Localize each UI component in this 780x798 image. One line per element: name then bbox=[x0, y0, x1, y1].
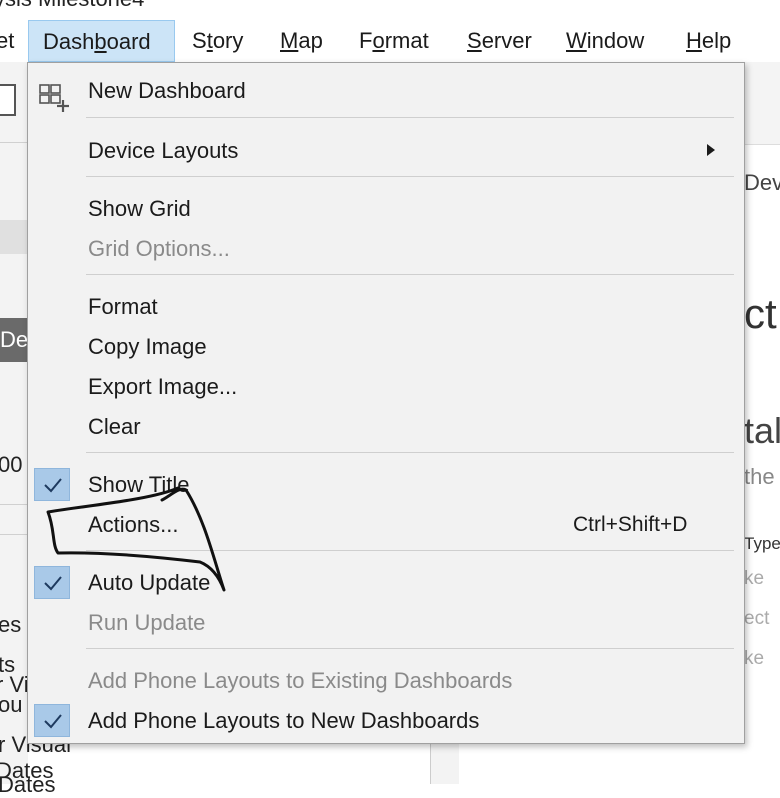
menu-item-label: Run Update bbox=[88, 610, 206, 635]
menu-worksheet[interactable]: et bbox=[0, 20, 14, 62]
menu-format[interactable]: Format bbox=[359, 20, 429, 62]
menu-item-run-update: Run Update bbox=[28, 603, 744, 643]
menu-item-copy-image[interactable]: Copy Image bbox=[28, 327, 744, 367]
menu-item-label: Add Phone Layouts to Existing Dashboards bbox=[88, 668, 513, 693]
menu-item-shortcut: Ctrl+Shift+D bbox=[573, 513, 688, 536]
new-dashboard-icon bbox=[39, 84, 69, 112]
menu-separator bbox=[86, 648, 734, 649]
menu-help[interactable]: Help bbox=[686, 20, 731, 62]
menu-window[interactable]: Window bbox=[566, 20, 644, 62]
right-pane: Dev ct tal the Type ke ect ke bbox=[740, 62, 780, 784]
menu-separator bbox=[86, 176, 734, 177]
menu-item-auto-update[interactable]: Auto Update bbox=[28, 563, 744, 603]
checkmark-icon bbox=[34, 468, 70, 501]
right-fragment: tal bbox=[744, 410, 780, 451]
dashboard-dropdown-menu: New Dashboard Device Layouts Show Grid G… bbox=[27, 62, 745, 744]
menu-item-label: Auto Update bbox=[88, 570, 211, 595]
right-fragment: the bbox=[744, 464, 775, 489]
checkmark-icon bbox=[34, 566, 70, 599]
left-selected-row[interactable] bbox=[0, 220, 28, 254]
menu-separator bbox=[86, 117, 734, 118]
checkmark-icon bbox=[34, 704, 70, 737]
menu-separator bbox=[86, 274, 734, 275]
menu-item-show-title[interactable]: Show Title bbox=[28, 465, 744, 505]
menu-server[interactable]: Server bbox=[467, 20, 532, 62]
menu-item-label: Clear bbox=[88, 414, 141, 439]
menu-item-format[interactable]: Format bbox=[28, 287, 744, 327]
menu-item-add-phone-existing: Add Phone Layouts to Existing Dashboards bbox=[28, 661, 744, 701]
menu-item-device-layouts[interactable]: Device Layouts bbox=[28, 131, 744, 171]
menu-item-new-dashboard[interactable]: New Dashboard bbox=[28, 71, 744, 112]
right-fragment: ke bbox=[744, 568, 765, 589]
menu-item-label: Device Layouts bbox=[88, 138, 239, 163]
menu-separator bbox=[86, 452, 734, 453]
left-fragment-dates: Dates bbox=[0, 758, 54, 783]
submenu-arrow-icon bbox=[707, 144, 715, 156]
left-fragment: 00 bbox=[0, 452, 23, 477]
menu-story[interactable]: Story bbox=[192, 20, 243, 62]
menu-item-clear[interactable]: Clear bbox=[28, 407, 744, 447]
right-fragment: Type bbox=[744, 534, 780, 553]
left-fragment: es bbox=[0, 612, 22, 637]
menu-item-label: Actions... bbox=[88, 512, 179, 537]
right-fragment: ke bbox=[744, 648, 765, 669]
menu-item-label: Grid Options... bbox=[88, 236, 230, 261]
right-fragment: ct bbox=[744, 290, 777, 337]
document-icon[interactable] bbox=[0, 84, 16, 116]
menu-item-label: Copy Image bbox=[88, 334, 207, 359]
menu-item-actions[interactable]: Actions... Ctrl+Shift+D bbox=[28, 505, 744, 545]
menu-item-show-grid[interactable]: Show Grid bbox=[28, 189, 744, 229]
right-fragment: ect bbox=[744, 608, 770, 629]
left-dark-item[interactable]: De bbox=[0, 318, 28, 362]
menu-item-add-phone-new[interactable]: Add Phone Layouts to New Dashboards bbox=[28, 701, 744, 741]
menu-item-export-image[interactable]: Export Image... bbox=[28, 367, 744, 407]
menu-item-label: New Dashboard bbox=[88, 78, 246, 103]
right-toolbar bbox=[740, 62, 780, 145]
menu-map[interactable]: Map bbox=[280, 20, 323, 62]
menu-item-label: Export Image... bbox=[88, 374, 238, 399]
menu-item-label: Add Phone Layouts to New Dashboards bbox=[88, 708, 480, 733]
menu-item-label: Format bbox=[88, 294, 158, 319]
menu-dashboard[interactable]: Dashboard bbox=[28, 20, 175, 62]
menu-item-label: Show Grid bbox=[88, 196, 191, 221]
right-fragment: Dev bbox=[744, 170, 780, 195]
window-title: ysis Milestone4 bbox=[0, 0, 144, 12]
menu-bar: et Dashboard Story Map Format Server Win… bbox=[0, 20, 780, 62]
menu-separator bbox=[86, 550, 734, 551]
menu-item-grid-options: Grid Options... bbox=[28, 229, 744, 269]
menu-item-label: Show Title bbox=[88, 472, 190, 497]
